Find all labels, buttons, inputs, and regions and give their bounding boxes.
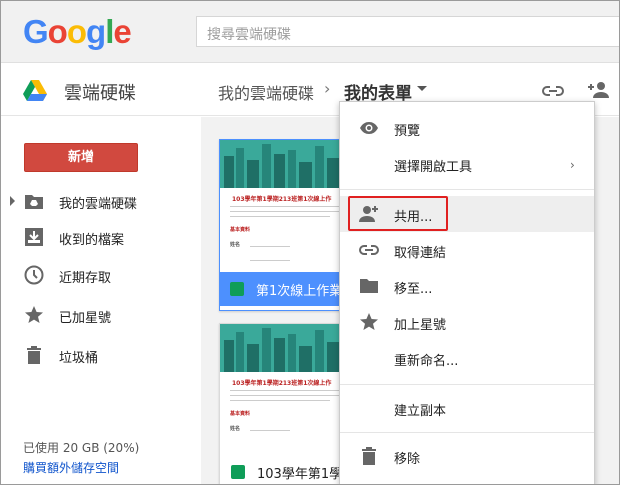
storage-usage: 已使用 20 GB (20%): [23, 441, 140, 455]
breadcrumb-parent[interactable]: 我的雲端硬碟: [218, 80, 314, 104]
drive-logo-icon[interactable]: [23, 80, 47, 102]
thumbnail-title: 103學年第1學期213班第1次線上作: [232, 196, 332, 203]
search-input[interactable]: 搜尋雲端硬碟: [196, 16, 619, 47]
menu-item-label: 取得連結: [394, 246, 447, 261]
new-button[interactable]: 新增: [24, 143, 138, 172]
menu-divider: [340, 432, 594, 433]
inbox-download-icon: [25, 228, 43, 246]
sidebar-item-label: 我的雲端硬碟: [59, 197, 138, 212]
drive-folder-icon: [25, 195, 43, 209]
app-window: Google 搜尋雲端硬碟 雲端硬碟 我的雲端硬碟 › 我的表單 新增 我的雲端…: [0, 0, 620, 485]
thumbnail-section: 基本資料: [230, 227, 251, 233]
sidebar-item-recent[interactable]: 近期存取: [1, 261, 201, 289]
menu-item-make-copy[interactable]: 建立副本: [340, 390, 594, 426]
thumbnail-field: 姓名: [230, 242, 241, 248]
logo-letter: o: [47, 13, 68, 50]
buy-storage-link[interactable]: 購買額外儲存空間: [23, 459, 119, 476]
eye-icon: [360, 122, 378, 134]
folder-icon: [360, 279, 378, 293]
expand-arrow-icon[interactable]: [10, 196, 15, 206]
menu-item-label: 加上星號: [394, 318, 447, 333]
highlight-box: [348, 196, 448, 231]
thumbnail-title: 103學年第1學期213班第1次線上作: [232, 380, 332, 387]
star-icon: [25, 306, 43, 323]
sidebar-item-label: 收到的檔案: [59, 233, 125, 248]
thumbnail-line: [230, 206, 348, 207]
context-menu: 預覽 選擇開啟工具 › 共用... 取得連結 移至... 加上星號 重新命名..…: [339, 101, 595, 484]
logo-letter: o: [66, 13, 87, 50]
google-logo[interactable]: Google: [23, 13, 132, 51]
top-header: Google 搜尋雲端硬碟: [1, 1, 619, 63]
trash-icon: [362, 447, 376, 465]
google-forms-icon: [231, 465, 245, 479]
file-name: 第1次線上作業: [256, 284, 343, 299]
sidebar-item-label: 垃圾桶: [59, 351, 99, 366]
thumbnail-line: [230, 395, 340, 396]
menu-item-remove[interactable]: 移除: [340, 438, 594, 474]
sidebar: 新增 我的雲端硬碟 收到的檔案 近期存取 已加星號 垃圾桶 已使用 20 GB …: [1, 117, 201, 484]
menu-item-add-star[interactable]: 加上星號: [340, 304, 594, 340]
sidebar-item-incoming[interactable]: 收到的檔案: [1, 223, 201, 251]
logo-letter: e: [113, 13, 131, 50]
menu-item-rename[interactable]: 重新命名...: [340, 340, 594, 376]
add-person-icon[interactable]: [587, 78, 611, 102]
menu-divider: [340, 384, 594, 385]
thumbnail-line: [250, 260, 290, 261]
logo-letter: G: [23, 13, 49, 50]
search-placeholder: 搜尋雲端硬碟: [207, 27, 291, 43]
menu-item-get-link[interactable]: 取得連結: [340, 232, 594, 268]
chevron-down-icon[interactable]: [417, 86, 427, 91]
thumbnail-field: 姓名: [230, 426, 241, 432]
breadcrumb-separator: ›: [324, 79, 331, 98]
sidebar-item-label: 已加星號: [59, 311, 112, 326]
menu-item-label: 選擇開啟工具: [394, 160, 473, 175]
menu-item-preview[interactable]: 預覽: [340, 110, 594, 146]
thumbnail-section: 基本資料: [230, 411, 251, 417]
menu-item-label: 重新命名...: [394, 354, 459, 369]
trash-icon: [27, 346, 41, 364]
thumbnail-line: [230, 390, 348, 391]
file-name: 103學年第1學: [257, 467, 343, 482]
google-forms-icon: [230, 282, 244, 296]
menu-item-label: 預覽: [394, 124, 421, 139]
sidebar-item-label: 近期存取: [59, 271, 112, 286]
menu-divider: [340, 189, 594, 190]
sidebar-item-trash[interactable]: 垃圾桶: [1, 341, 201, 369]
thumbnail-line: [250, 430, 290, 431]
menu-item-label: 移除: [394, 452, 421, 467]
clock-icon: [24, 265, 44, 285]
logo-letter: g: [86, 13, 106, 50]
star-icon: [360, 313, 378, 330]
thumbnail-line: [230, 400, 330, 401]
menu-item-label: 移至...: [394, 282, 433, 297]
link-icon: [359, 245, 379, 255]
sidebar-item-my-drive[interactable]: 我的雲端硬碟: [1, 187, 201, 215]
sidebar-item-starred[interactable]: 已加星號: [1, 301, 201, 329]
thumbnail-line: [250, 246, 290, 247]
menu-item-open-with[interactable]: 選擇開啟工具 ›: [340, 146, 594, 182]
logo-letter: l: [105, 13, 114, 50]
chevron-right-icon: ›: [570, 158, 575, 172]
link-icon[interactable]: [541, 80, 565, 102]
app-title[interactable]: 雲端硬碟: [64, 79, 136, 105]
thumbnail-line: [230, 211, 340, 212]
menu-item-move-to[interactable]: 移至...: [340, 268, 594, 304]
thumbnail-line: [230, 216, 330, 217]
menu-item-label: 建立副本: [394, 404, 447, 419]
